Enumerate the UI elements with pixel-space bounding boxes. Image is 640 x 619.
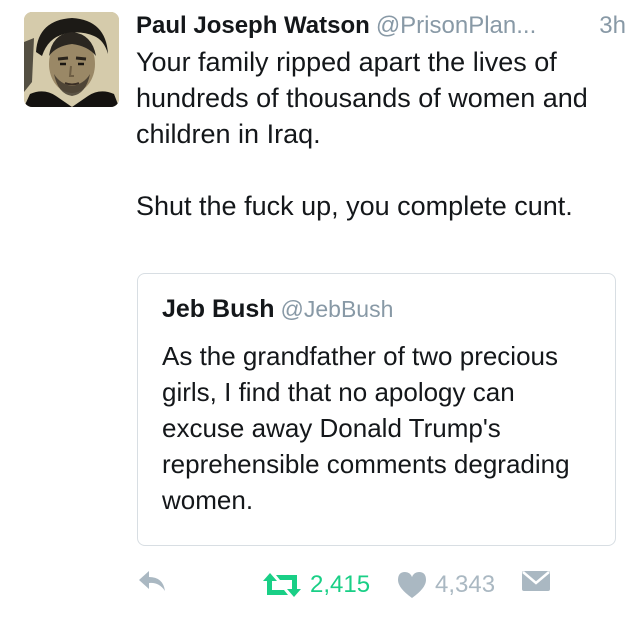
reply-icon <box>139 571 165 591</box>
tweet-text-paragraph: Your family ripped apart the lives of hu… <box>136 47 588 149</box>
tweet-text: Your family ripped apart the lives of hu… <box>136 44 616 224</box>
like-count: 4,343 <box>435 571 496 598</box>
quoted-tweet-header: Jeb Bush @JebBush <box>162 292 393 326</box>
tweet-text-paragraph: Shut the fuck up, you complete cunt. <box>136 191 573 221</box>
envelope-icon <box>522 571 550 591</box>
quoted-tweet[interactable]: Jeb Bush @JebBush As the grandfather of t… <box>137 273 616 546</box>
retweet-button[interactable]: 2,415 <box>262 568 370 602</box>
author-display-name[interactable]: Paul Joseph Watson <box>136 12 370 39</box>
direct-message-button[interactable] <box>520 568 552 594</box>
tweet[interactable]: Paul Joseph Watson @PrisonPlan... 3h Your… <box>0 0 640 619</box>
tweet-timestamp[interactable]: 3h <box>599 10 626 42</box>
avatar[interactable] <box>24 12 119 107</box>
retweet-count: 2,415 <box>310 571 371 598</box>
retweet-icon <box>263 573 301 597</box>
quoted-author-handle: @JebBush <box>280 296 394 322</box>
profile-photo-icon <box>24 12 119 107</box>
quoted-author-name: Jeb Bush <box>162 295 275 323</box>
quoted-tweet-text: As the grandfather of two precious girls… <box>162 341 570 515</box>
like-button[interactable]: 4,343 <box>397 568 495 602</box>
author-handle[interactable]: @PrisonPlan... <box>376 12 536 39</box>
heart-icon <box>398 572 426 598</box>
tweet-actions: 2,415 4,343 <box>0 560 640 610</box>
reply-button[interactable] <box>137 568 167 594</box>
tweet-header: Paul Joseph Watson @PrisonPlan... 3h <box>136 10 626 42</box>
